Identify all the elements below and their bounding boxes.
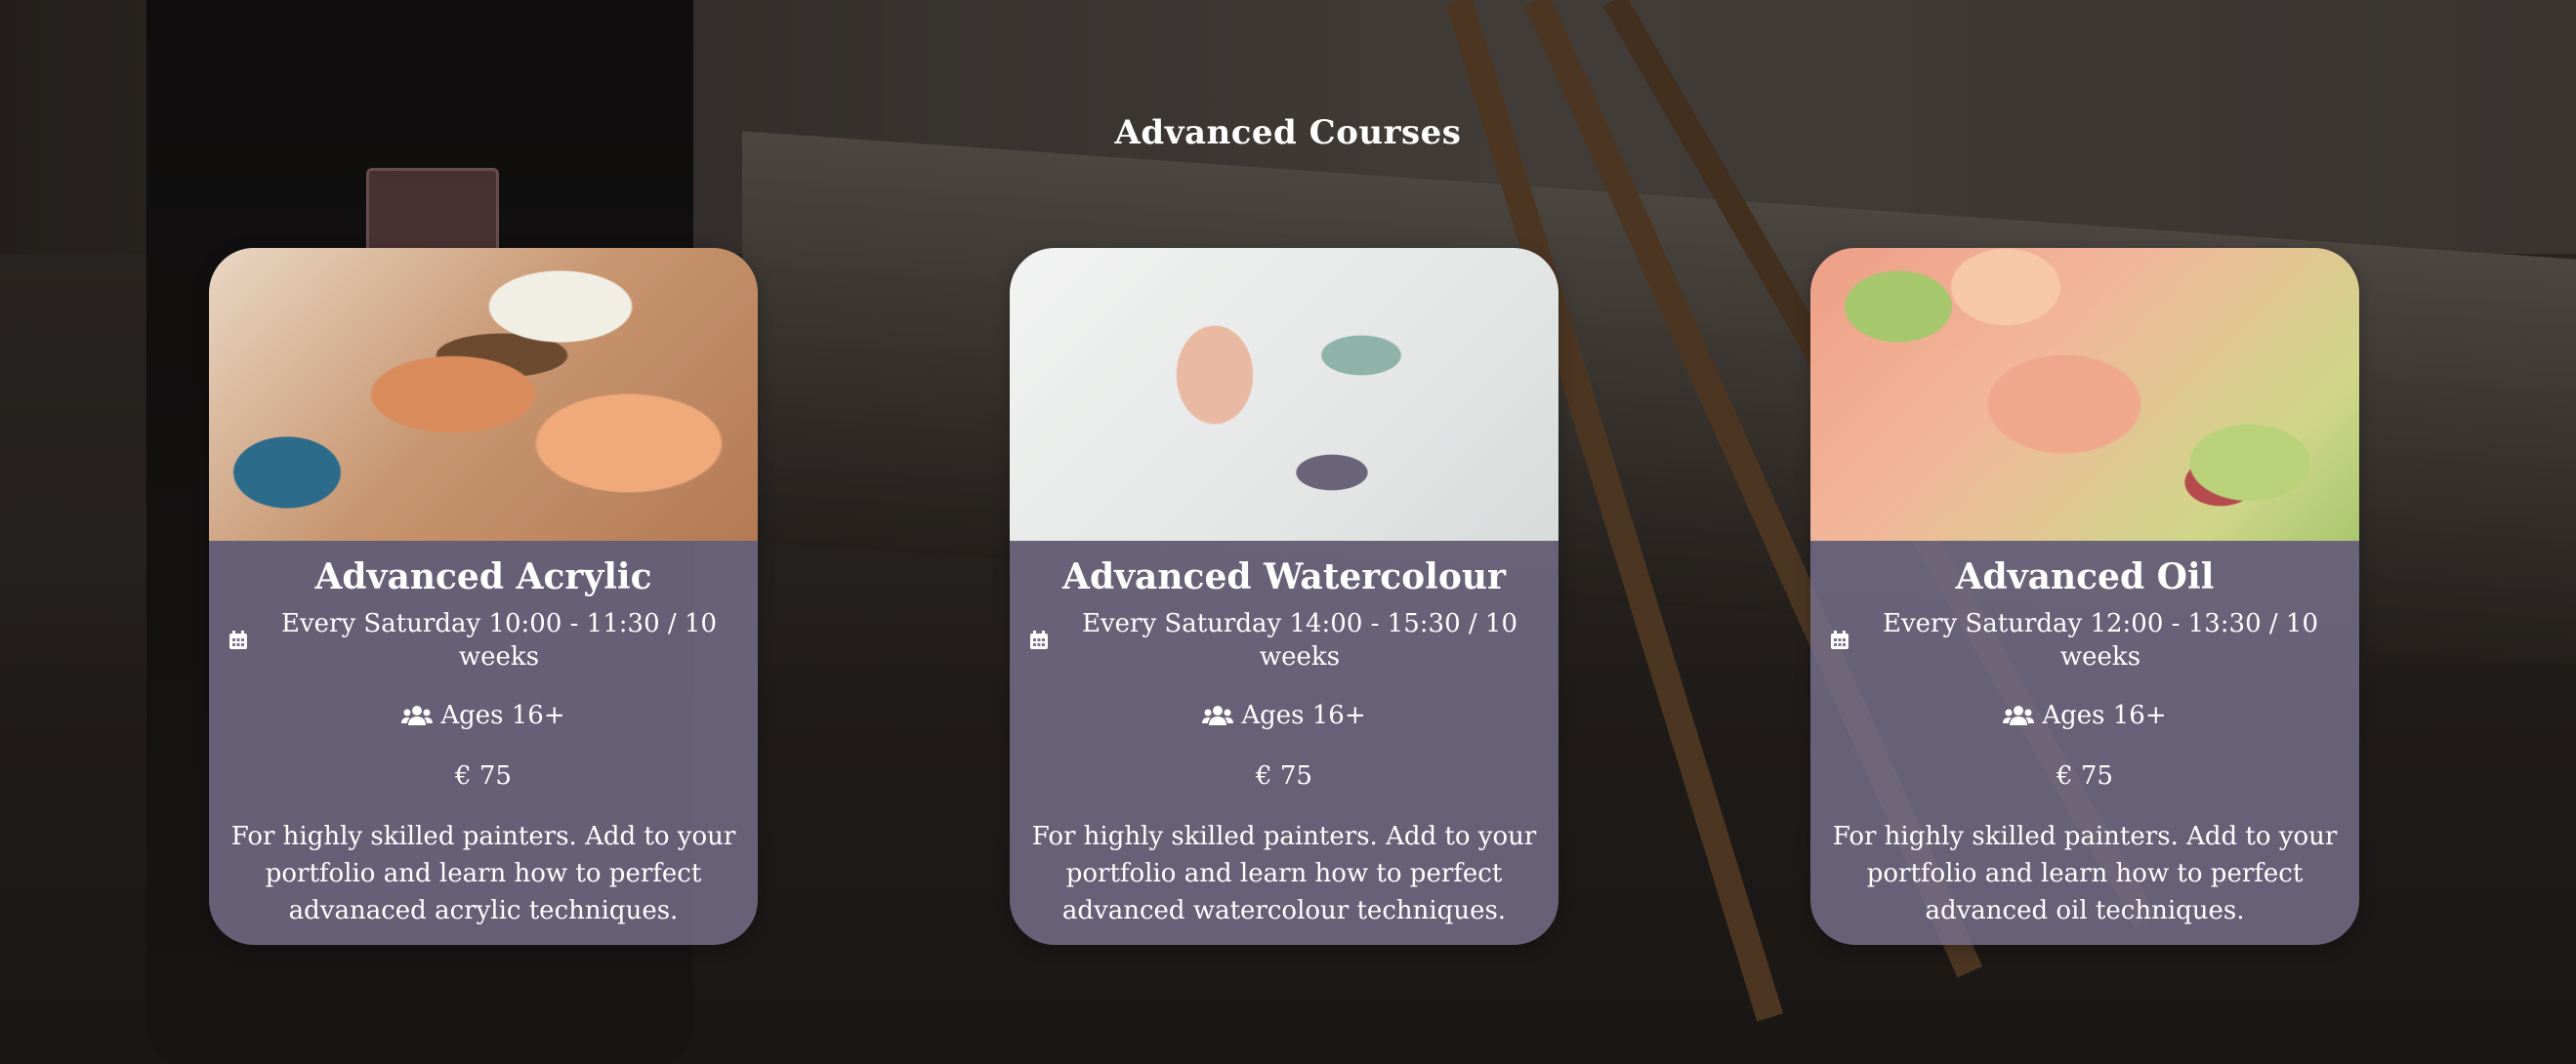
course-schedule: Every Saturday 12:00 - 13:30 / 10 weeks [1828,607,2342,674]
ages-text: Ages 16+ [440,701,565,730]
course-title: Advanced Acrylic [314,556,652,597]
users-icon [1202,706,1234,725]
course-description: For highly skilled painters. Add to your… [1832,822,2338,925]
ages-text: Ages 16+ [1241,701,1366,730]
section-title: Advanced Courses [1114,113,1462,153]
users-icon [2003,706,2035,725]
schedule-text: Every Saturday 12:00 - 13:30 / 10 weeks [1882,609,2318,672]
course-schedule: Every Saturday 14:00 - 15:30 / 10 weeks [1027,607,1541,674]
ages-text: Ages 16+ [2042,701,2167,730]
course-title: Advanced Oil [1955,556,2215,597]
calendar-icon [1029,631,1048,649]
calendar-icon [229,631,247,649]
course-price: € 75 [2057,761,2113,791]
calendar-icon [1830,631,1849,649]
course-description: For highly skilled painters. Add to your… [1031,822,1537,925]
course-schedule: Every Saturday 10:00 - 11:30 / 10 weeks [227,607,740,674]
course-image-oil [1810,248,2359,541]
course-image-watercolour [1010,248,1558,541]
schedule-text: Every Saturday 10:00 - 11:30 / 10 weeks [280,609,717,672]
course-title: Advanced Watercolour [1062,556,1506,597]
course-price: € 75 [455,761,512,791]
course-card-oil[interactable]: Advanced Oil Every Saturday 12:00 - 13:3… [1810,248,2359,945]
course-card-acrylic[interactable]: Advanced Acrylic Every Saturday 10:00 - … [209,248,758,945]
course-ages: Ages 16+ [1828,699,2342,732]
users-icon [401,706,434,725]
course-price: € 75 [1256,761,1312,791]
course-ages: Ages 16+ [227,699,740,732]
course-card-watercolour[interactable]: Advanced Watercolour Every Saturday 14:0… [1010,248,1558,945]
course-description: For highly skilled painters. Add to your… [230,822,736,925]
schedule-text: Every Saturday 14:00 - 15:30 / 10 weeks [1081,609,1517,672]
course-ages: Ages 16+ [1027,699,1541,732]
course-image-acrylic [209,248,758,541]
